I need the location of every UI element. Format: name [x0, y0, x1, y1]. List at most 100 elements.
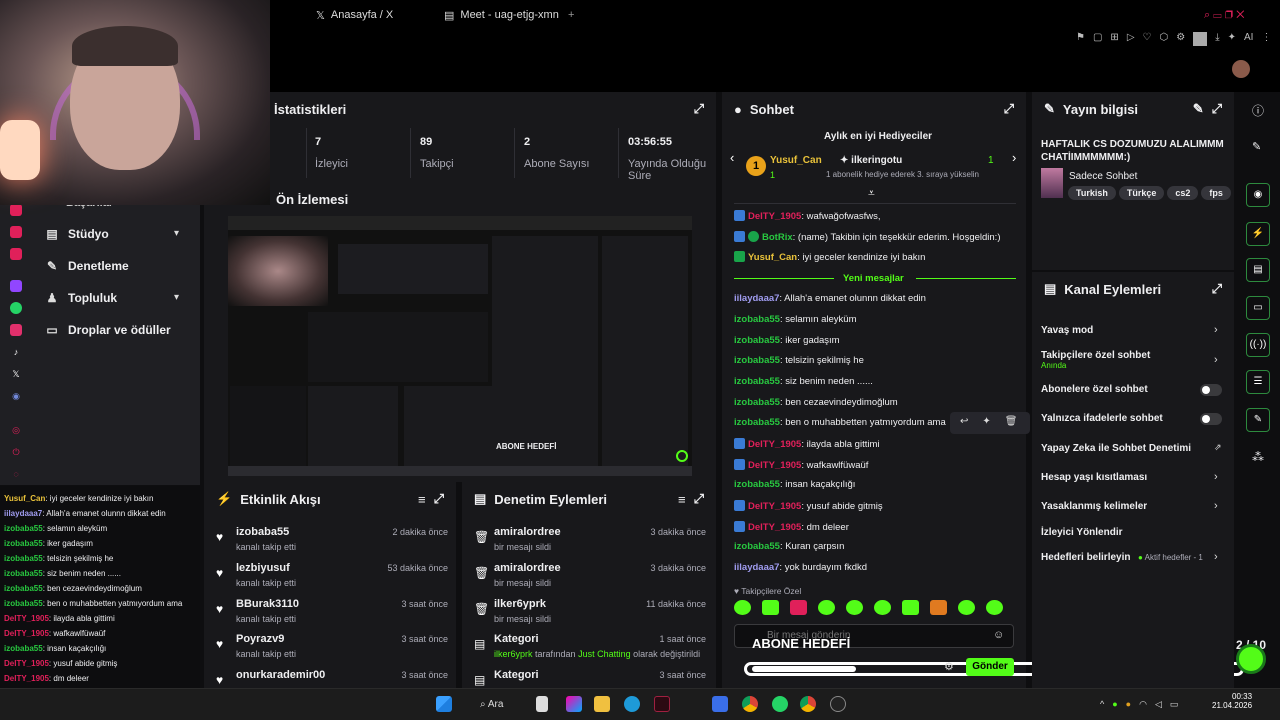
activity-user[interactable]: BBurak3110 [236, 598, 299, 610]
screenshot-icon[interactable]: ▢ [1093, 32, 1102, 46]
record-icon[interactable]: ◎ [10, 424, 22, 436]
popout-icon[interactable]: ⤢ [1212, 281, 1222, 297]
reply-icon[interactable]: ↩ [960, 416, 968, 430]
activity-item[interactable]: ♥ BBurak3110 kanalı takip etti 3 saat önce [214, 596, 454, 632]
chat-username[interactable]: izobaba55 [734, 479, 780, 490]
activity-user[interactable]: izobaba55 [236, 526, 289, 538]
subscribers-only-toggle[interactable] [1200, 384, 1222, 396]
chat-username[interactable]: DeITY_1905 [748, 439, 801, 450]
ai-moderation-item[interactable]: Yapay Zeka ile Sohbet Denetimi [1041, 443, 1191, 454]
system-tray[interactable]: ^ ● ● ◠ ◁ ▭ [1100, 699, 1178, 710]
emoji-icon[interactable]: ☺ [993, 629, 1004, 641]
chat-username[interactable]: DeITY_1905 [748, 522, 801, 533]
wand-icon[interactable]: ✦ [1228, 32, 1236, 46]
chat-message[interactable]: DeITY_1905: dm deleer [734, 521, 849, 533]
chat-username[interactable]: DeITY_1905 [748, 501, 801, 512]
moderation-user[interactable]: ilker6yprk [494, 598, 546, 610]
moderation-item[interactable]: 🗑 amiralordree bir mesajı sildi 3 dakika ön… [472, 560, 712, 596]
followers-only-item[interactable]: Takipçilere özel sohbet [1041, 350, 1150, 361]
popout-icon[interactable]: ⤢ [434, 491, 444, 507]
chat-username[interactable]: izobaba55 [734, 541, 780, 552]
copilot-icon[interactable] [566, 696, 582, 712]
moderation-user[interactable]: amiralordree [494, 562, 561, 574]
moderation-item[interactable]: 🗑 ilker6yprk bir mesajı sildi 11 dakika önc… [472, 596, 712, 632]
tab-meet[interactable]: ▤ Meet - uag-etjg-xmn [444, 6, 559, 24]
chat-message[interactable]: izobaba55: insan kaçakçılığı [734, 479, 855, 490]
play-icon[interactable]: ▷ [1127, 32, 1135, 46]
account-age-item[interactable]: Hesap yaşı kısıtlaması [1041, 472, 1147, 483]
emote-bar[interactable] [734, 600, 1003, 615]
tag[interactable]: fps [1201, 186, 1231, 200]
list-icon[interactable]: ☰ [1246, 370, 1270, 394]
menu-icon[interactable]: ⋮ [1261, 32, 1271, 46]
chat-username[interactable]: izobaba55 [734, 314, 780, 325]
popout-icon[interactable]: ⤢ [1212, 101, 1222, 117]
wrench-icon[interactable]: ✎ [1246, 408, 1270, 432]
bookmark-icon[interactable]: ⚑ [1076, 32, 1085, 46]
pencil-icon[interactable]: ✎ [1252, 140, 1261, 153]
moderation-user[interactable]: amiralordree [494, 526, 561, 538]
tag[interactable]: cs2 [1167, 186, 1199, 200]
clock[interactable]: 00:33 21.04.2026 [1212, 692, 1252, 710]
broadcast-icon[interactable]: ((·)) [1246, 333, 1270, 357]
info-icon[interactable]: ⓘ [1252, 102, 1264, 119]
activity-user[interactable]: onurkarademir00 [236, 669, 325, 681]
app-icon[interactable] [654, 696, 670, 712]
tag[interactable]: Turkish [1068, 186, 1116, 200]
chat-message[interactable]: DeITY_1905: ilayda abla gittimi [734, 438, 880, 450]
chevron-down-icon[interactable]: ▾ [174, 292, 179, 303]
browser-extension-icons[interactable]: ⚑ ▢ ⊞ ▷ ♡ ⬡ ⚙ ⤓ ✦ AI ⋮ [1076, 32, 1271, 46]
popout-icon[interactable]: ⤢ [694, 491, 704, 507]
user-avatar[interactable] [1232, 60, 1250, 78]
chat-username[interactable]: DeITY_1905 [748, 211, 801, 222]
twitch-icon[interactable] [10, 280, 22, 292]
sidebar-item-moderation[interactable]: ✎ Denetleme [46, 259, 129, 273]
activity-user[interactable]: lezbiyusuf [236, 562, 290, 574]
chevron-right-icon[interactable]: › [1214, 500, 1218, 512]
sidebar-item-studio[interactable]: ▤ Stüdyo [46, 227, 108, 241]
chrome-icon[interactable] [800, 696, 816, 712]
chat-message[interactable]: BotRix: (name) Takibin için teşekkür ede… [734, 231, 1000, 243]
chat-username[interactable]: iilaydaaa7 [734, 562, 779, 573]
moderation-user[interactable]: Kategori [494, 669, 539, 681]
chat-username[interactable]: izobaba55 [734, 417, 780, 428]
chat-message[interactable]: iilaydaaa7: Allah'a emanet olunnn dikkat… [734, 293, 926, 304]
document-icon[interactable]: ▤ [1246, 258, 1270, 282]
goals-item[interactable]: Hedefleri belirleyin [1041, 552, 1130, 563]
chevron-right-icon[interactable]: › [1214, 471, 1218, 483]
tab-x-home[interactable]: 𝕏 Anasayfa / X [316, 6, 393, 24]
moderation-user[interactable]: Kategori [494, 633, 539, 645]
chat-username[interactable]: izobaba55 [734, 355, 780, 366]
chat-message[interactable]: DeITY_1905: yusuf abide gitmiş [734, 500, 883, 512]
whatsapp-icon[interactable] [10, 302, 22, 314]
taskbar-search[interactable]: ⌕ Ara [480, 695, 540, 715]
task-view-icon[interactable] [536, 696, 548, 712]
chat-message[interactable]: izobaba55: ben cezaevindeydimoğlum [734, 397, 898, 408]
chat-message[interactable]: izobaba55: ben o muhabbetten yatmıyordum… [734, 417, 946, 428]
profile-avatar[interactable] [1193, 32, 1208, 46]
tiktok-icon[interactable]: ♪ [10, 346, 22, 358]
chat-message[interactable]: DeITY_1905: wafwağofwasfws, [734, 210, 881, 222]
chat-icon[interactable]: ◌ [10, 468, 22, 480]
moderation-item[interactable]: ▤ Kategori ilker6yprk tarafından Just Chat… [472, 631, 712, 667]
chat-username[interactable]: DeITY_1905 [748, 460, 801, 471]
sidebar-item-community[interactable]: ♟ Topluluk [46, 291, 118, 305]
filter-icon[interactable]: ≡ [678, 492, 686, 507]
chat-message[interactable]: izobaba55: siz benim neden ...... [734, 376, 873, 387]
chat-username[interactable]: iilaydaaa7 [734, 293, 779, 304]
trash-icon[interactable]: 🗑 [1005, 416, 1018, 430]
grid-icon[interactable]: ⊞ [1110, 32, 1118, 46]
stream-category[interactable]: Sadece Sohbet [1069, 171, 1137, 182]
chevron-right-icon[interactable]: › [1214, 354, 1218, 366]
heart-icon[interactable]: ♡ [1143, 32, 1152, 46]
lightning-icon[interactable]: ⚡ [1246, 222, 1270, 246]
moderation-item[interactable]: 🗑 amiralordree bir mesajı sildi 3 dakika ön… [472, 524, 712, 560]
windows-start-icon[interactable] [436, 696, 452, 712]
edge-icon[interactable] [624, 696, 640, 712]
chat-message[interactable]: izobaba55: telsizin şekilmiş he [734, 355, 864, 366]
emote-only-toggle[interactable] [1200, 413, 1222, 425]
file-explorer-icon[interactable] [594, 696, 610, 712]
chat-icon[interactable]: ▭ [1246, 296, 1270, 320]
settings-icon[interactable]: ⚙ [944, 660, 954, 673]
popout-icon[interactable]: ⤢ [694, 101, 704, 117]
